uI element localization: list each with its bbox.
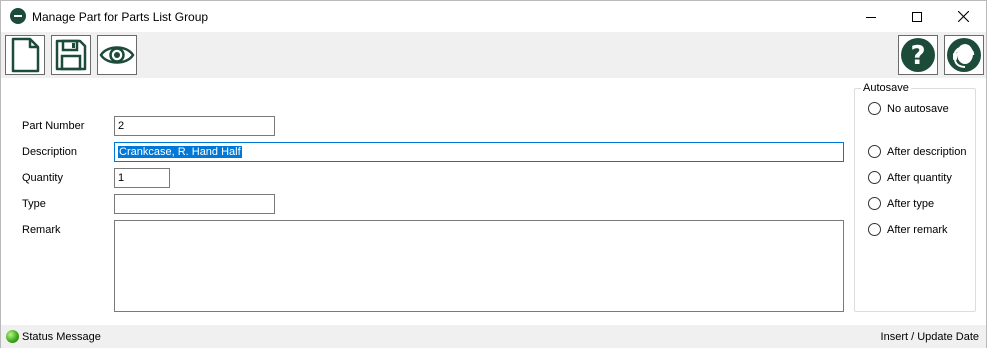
new-document-icon: [11, 37, 40, 73]
radio-button[interactable]: [868, 223, 881, 236]
radio-label: After quantity: [887, 171, 952, 184]
radio-after-remark[interactable]: After remark: [868, 223, 948, 236]
description-selected-text: Crankcase, R. Hand Half: [118, 146, 242, 158]
remark-label: Remark: [22, 224, 61, 236]
remark-textarea[interactable]: [114, 220, 844, 312]
close-icon: [957, 11, 969, 22]
radio-label: After remark: [887, 223, 948, 236]
radio-label: After type: [887, 197, 935, 210]
part-number-label: Part Number: [22, 120, 85, 132]
description-field[interactable]: Crankcase, R. Hand Half: [114, 142, 844, 162]
quantity-label: Quantity: [22, 172, 63, 184]
radio-after-description[interactable]: After description: [868, 145, 966, 158]
radio-label: After description: [887, 145, 967, 158]
radio-button[interactable]: [868, 145, 881, 158]
description-label: Description: [22, 146, 78, 158]
part-number-field[interactable]: 2: [114, 116, 275, 136]
status-bar: Status Message Insert / Update Date: [1, 325, 986, 348]
quantity-field[interactable]: 1: [114, 168, 170, 188]
radio-button[interactable]: [868, 197, 881, 210]
toolbar: ?: [1, 32, 986, 78]
svg-text:?: ?: [910, 41, 925, 71]
app-logo-icon: [10, 8, 26, 24]
view-button[interactable]: [97, 35, 137, 75]
minimize-button[interactable]: [848, 1, 894, 32]
radio-after-type[interactable]: After type: [868, 197, 934, 210]
radio-no-autosave[interactable]: No autosave: [868, 102, 949, 115]
question-mark-icon: ?: [901, 38, 935, 72]
insert-update-date: Insert / Update Date: [880, 331, 979, 343]
radio-label: No autosave: [887, 102, 949, 115]
close-button[interactable]: [940, 1, 986, 32]
minimize-icon: [866, 16, 876, 18]
new-document-button[interactable]: [5, 35, 45, 75]
radio-button[interactable]: [868, 102, 881, 115]
type-label: Type: [22, 198, 46, 210]
save-button[interactable]: [51, 35, 91, 75]
window: Manage Part for Parts List Group ? Part …: [0, 0, 987, 348]
floppy-disk-icon: [55, 39, 87, 71]
eye-icon: [99, 46, 135, 64]
autosave-legend: Autosave: [861, 82, 911, 94]
help-button[interactable]: ?: [898, 35, 938, 75]
radio-button[interactable]: [868, 171, 881, 184]
maximize-icon: [912, 11, 922, 22]
window-title: Manage Part for Parts List Group: [32, 10, 209, 24]
status-led-icon: [6, 330, 19, 343]
maximize-button[interactable]: [894, 1, 940, 32]
radio-after-quantity[interactable]: After quantity: [868, 171, 952, 184]
headset-icon: [947, 38, 981, 72]
title-bar: Manage Part for Parts List Group: [1, 1, 986, 32]
status-message: Status Message: [22, 331, 101, 343]
support-button[interactable]: [944, 35, 984, 75]
type-field[interactable]: [114, 194, 275, 214]
